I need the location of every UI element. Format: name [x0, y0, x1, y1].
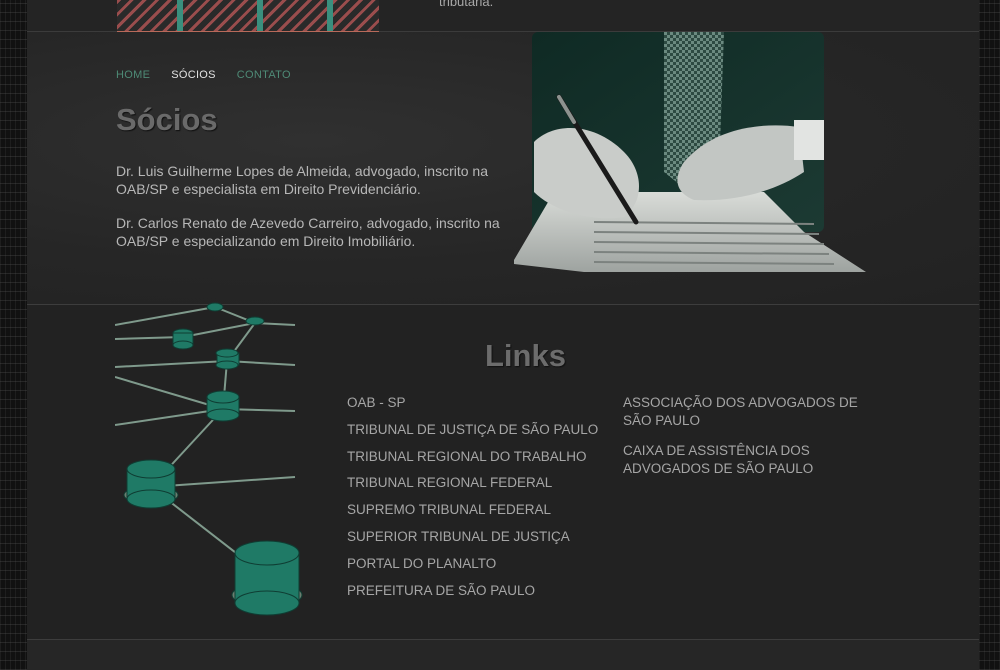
links-section: Links OAB - SP TRIBUNAL DE JUSTIÇA DE SÃ…	[27, 302, 979, 640]
link-stj[interactable]: SUPERIOR TRIBUNAL DE JUSTIÇA	[347, 529, 570, 544]
link-stf[interactable]: SUPREMO TRIBUNAL FEDERAL	[347, 502, 551, 517]
links-list-primary: OAB - SP TRIBUNAL DE JUSTIÇA DE SÃO PAUL…	[347, 394, 598, 608]
signing-document-photo	[514, 32, 866, 272]
list-item: PORTAL DO PLANALTO	[347, 555, 598, 582]
footer-band	[27, 640, 979, 670]
nav-contato-link[interactable]: CONTATO	[237, 69, 291, 81]
list-item: ASSOCIAÇÃO DOS ADVOGADOS DE SÃO PAULO	[623, 394, 873, 430]
list-item: SUPREMO TRIBUNAL FEDERAL	[347, 501, 598, 528]
links-list-secondary: ASSOCIAÇÃO DOS ADVOGADOS DE SÃO PAULO CA…	[623, 394, 873, 490]
list-item: SUPERIOR TRIBUNAL DE JUSTIÇA	[347, 528, 598, 555]
link-oab-sp[interactable]: OAB - SP	[347, 395, 406, 410]
fence-post	[327, 0, 333, 31]
list-item: OAB - SP	[347, 394, 598, 421]
link-prefeitura-sp[interactable]: PREFEITURA DE SÃO PAULO	[347, 583, 535, 598]
link-tj-sp[interactable]: TRIBUNAL DE JUSTIÇA DE SÃO PAULO	[347, 422, 598, 437]
nav-socios-link[interactable]: SÓCIOS	[171, 69, 216, 81]
left-pattern-strip	[0, 0, 27, 670]
link-caasp[interactable]: CAIXA DE ASSISTÊNCIA DOS ADVOGADOS DE SÃ…	[623, 443, 813, 476]
link-trt[interactable]: TRIBUNAL REGIONAL DO TRABALHO	[347, 449, 587, 464]
partner-description: Dr. Luis Guilherme Lopes de Almeida, adv…	[116, 163, 488, 197]
links-title: Links	[485, 338, 566, 373]
network-illustration	[115, 302, 303, 616]
previous-section-text: tributária.	[439, 0, 494, 9]
link-planalto[interactable]: PORTAL DO PLANALTO	[347, 556, 496, 571]
fence-post	[257, 0, 263, 31]
nav-home-link[interactable]: HOME	[116, 69, 150, 81]
main-nav: HOME SÓCIOS CONTATO	[116, 69, 291, 81]
list-item: TRIBUNAL DE JUSTIÇA DE SÃO PAULO	[347, 421, 598, 448]
page-container: tributária. HOME SÓCIOS CONTATO Sócios D…	[27, 0, 979, 670]
right-pattern-strip	[979, 0, 1000, 670]
page-title: Sócios	[116, 102, 218, 137]
link-aasp[interactable]: ASSOCIAÇÃO DOS ADVOGADOS DE SÃO PAULO	[623, 395, 858, 428]
list-item: CAIXA DE ASSISTÊNCIA DOS ADVOGADOS DE SÃ…	[623, 442, 873, 478]
list-item: PREFEITURA DE SÃO PAULO	[347, 582, 598, 609]
list-item: TRIBUNAL REGIONAL DO TRABALHO	[347, 448, 598, 475]
previous-section: tributária.	[27, 0, 979, 33]
list-item: TRIBUNAL REGIONAL FEDERAL	[347, 474, 598, 501]
fence-post	[177, 0, 183, 31]
fence-image	[117, 0, 379, 33]
partner-description: Dr. Carlos Renato de Azevedo Carreiro, a…	[116, 215, 500, 249]
link-trf[interactable]: TRIBUNAL REGIONAL FEDERAL	[347, 475, 552, 490]
socios-section: HOME SÓCIOS CONTATO Sócios Dr. Luis Guil…	[27, 32, 979, 305]
